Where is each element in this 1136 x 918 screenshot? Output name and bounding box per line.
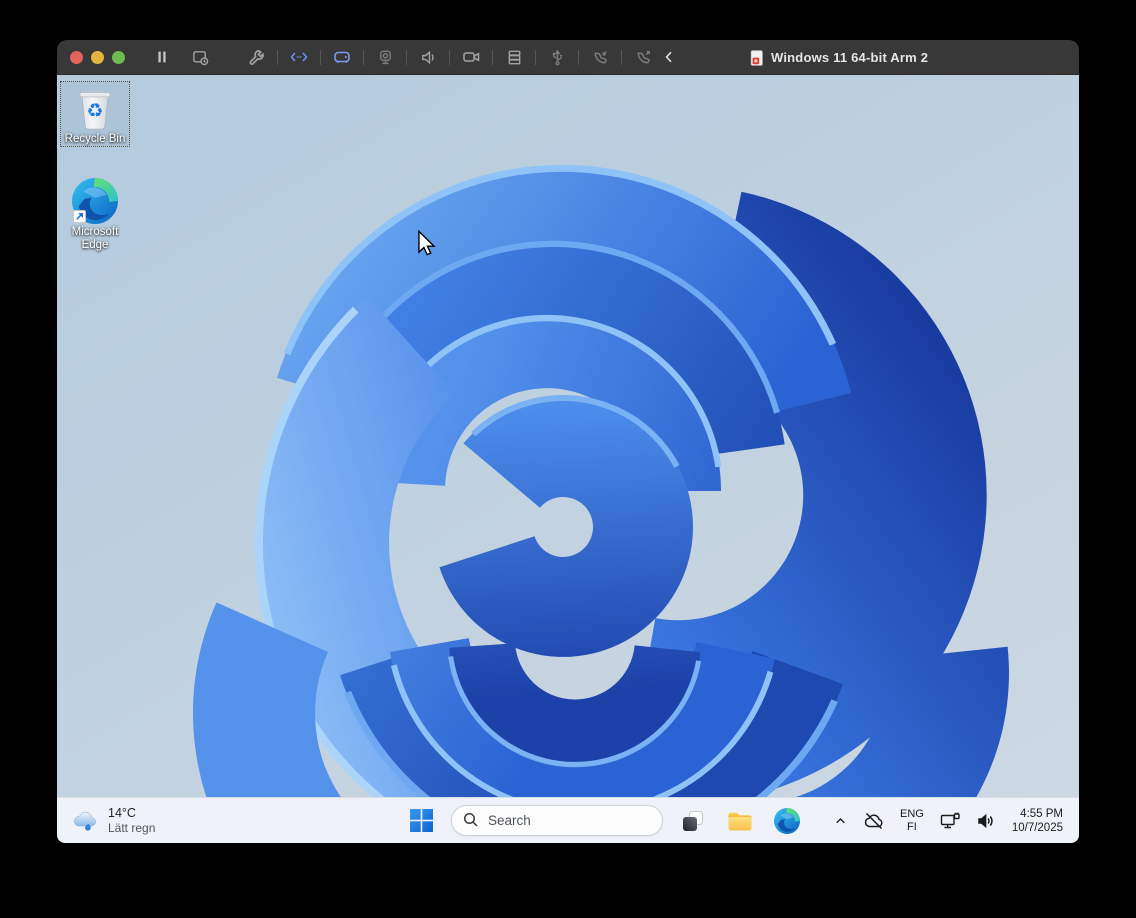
video-camera-button[interactable] — [458, 45, 484, 69]
titlebar: Windows 11 64-bit Arm 2 — [57, 40, 1079, 75]
windows-bloom-wallpaper — [57, 75, 1079, 797]
snapshots-icon — [191, 48, 210, 67]
pause-icon — [153, 48, 171, 66]
sound-button[interactable] — [415, 45, 441, 69]
search-icon — [463, 812, 479, 828]
taskbar: 14°C Lätt regn — [57, 797, 1079, 843]
video-camera-icon — [461, 47, 481, 67]
task-view-icon — [681, 809, 705, 833]
storage-stack-icon — [505, 48, 524, 67]
volume-button[interactable] — [974, 804, 999, 838]
desktop-icon-microsoft-edge[interactable]: Microsoft Edge — [61, 178, 129, 252]
weather-condition: Lätt regn — [108, 821, 155, 835]
hard-disk-icon — [332, 47, 352, 67]
windows-logo-icon — [410, 809, 433, 832]
phone-outgoing-icon — [634, 48, 653, 67]
search-input[interactable] — [451, 805, 663, 836]
webcam-icon — [376, 48, 395, 67]
storage-button[interactable] — [501, 45, 527, 69]
chevron-left-icon — [661, 49, 677, 65]
chevron-up-icon — [833, 813, 848, 828]
start-button[interactable] — [404, 804, 438, 838]
clock-date: 10/7/2025 — [1012, 821, 1063, 835]
webcam-button[interactable] — [372, 45, 398, 69]
clock[interactable]: 4:55 PM 10/7/2025 — [1010, 804, 1065, 838]
network-ethernet-icon — [939, 811, 961, 831]
edge-taskbar-button[interactable] — [770, 804, 804, 838]
system-tray: ENG FI 4:55 PM 10/7/2025 — [831, 804, 1065, 838]
taskbar-center-group — [404, 804, 804, 838]
recycle-bin-icon: ♻ — [74, 85, 116, 131]
settings-button[interactable] — [243, 45, 269, 69]
snapshots-button[interactable] — [187, 45, 213, 69]
wrench-icon — [247, 48, 266, 67]
svg-text:♻: ♻ — [86, 100, 103, 122]
shortcut-arrow-icon — [73, 210, 86, 223]
onedrive-status-button[interactable] — [861, 804, 887, 838]
close-button[interactable] — [70, 51, 83, 64]
file-explorer-icon — [727, 808, 753, 834]
network-button[interactable] — [937, 804, 963, 838]
collapse-toolbar-button[interactable] — [656, 45, 682, 69]
language-secondary: FI — [907, 821, 917, 834]
language-indicator[interactable]: ENG FI — [898, 804, 926, 838]
file-explorer-button[interactable] — [723, 804, 757, 838]
window-title: Windows 11 64-bit Arm 2 — [750, 40, 928, 75]
desktop-icon-label: Recycle Bin — [65, 133, 126, 146]
desktop-icon-label: Microsoft Edge — [61, 226, 129, 252]
vm-document-icon — [750, 50, 764, 66]
zoom-button[interactable] — [112, 51, 125, 64]
edge-logo-icon — [774, 808, 800, 834]
cloud-offline-icon — [863, 811, 885, 831]
minimize-button[interactable] — [91, 51, 104, 64]
mouse-cursor — [417, 230, 436, 256]
speaker-icon — [419, 48, 438, 67]
weather-temperature: 14°C — [108, 806, 155, 821]
task-view-button[interactable] — [676, 804, 710, 838]
serial-console-button[interactable] — [286, 45, 312, 69]
desktop: ♻ Recycle Bin Microsoft Edge — [57, 75, 1079, 797]
call-in-button[interactable] — [587, 45, 613, 69]
vm-window: Windows 11 64-bit Arm 2 — [57, 40, 1079, 843]
weather-widget[interactable]: 14°C Lätt regn — [71, 806, 155, 835]
pause-button[interactable] — [149, 45, 175, 69]
desktop-icon-recycle-bin[interactable]: ♻ Recycle Bin — [61, 82, 129, 146]
phone-incoming-icon — [591, 48, 610, 67]
language-primary: ENG — [900, 808, 924, 821]
volume-icon — [976, 811, 997, 831]
call-out-button[interactable] — [630, 45, 656, 69]
tray-expand-button[interactable] — [831, 804, 850, 838]
vm-toolbar — [149, 45, 682, 69]
hard-disk-button[interactable] — [329, 45, 355, 69]
traffic-lights — [70, 51, 125, 64]
code-icon — [289, 47, 309, 67]
taskbar-search — [451, 805, 663, 836]
usb-button[interactable] — [544, 45, 570, 69]
usb-icon — [548, 48, 567, 67]
clock-time: 4:55 PM — [1020, 807, 1063, 821]
weather-rain-icon — [71, 809, 99, 833]
